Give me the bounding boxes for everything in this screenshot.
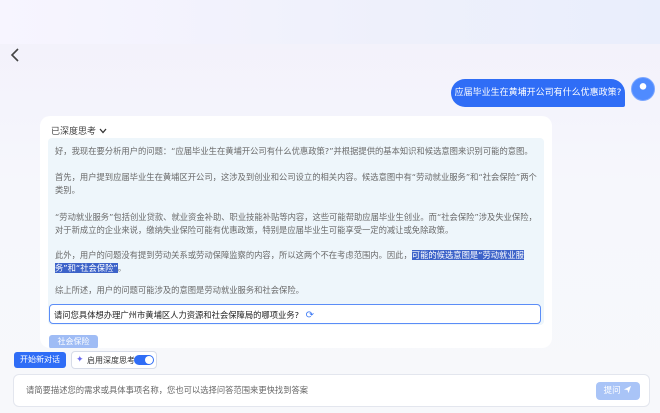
- user-avatar-icon: [631, 77, 655, 101]
- refresh-icon[interactable]: ⟳: [306, 310, 314, 321]
- thinking-content: 好，我现在要分析用户的问题：“应届毕业生在黄埔开公司有什么优惠政策?”并根据提供…: [48, 138, 544, 325]
- thinking-text: 。: [117, 263, 126, 273]
- question-input-bar: 提问: [13, 374, 650, 407]
- send-label: 提问: [603, 386, 621, 396]
- intent-tag-button[interactable]: 社会保险: [49, 335, 98, 348]
- thinking-paragraph: “劳动就业服务”包括创业贷款、就业资金补助、职业技能补贴等内容，这些可能帮助应届…: [55, 212, 537, 235]
- back-button[interactable]: [10, 48, 24, 64]
- thinking-paragraph: 综上所述，用户的问题可能涉及的意图是劳动就业服务和社会保险。: [55, 285, 304, 295]
- answer-card: 已深度思考 好，我现在要分析用户的问题：“应届毕业生在黄埔开公司有什么优惠政策?…: [40, 116, 552, 348]
- thinking-text: 此外，用户的问题没有提到劳动关系或劳动保障监察的内容，所以这两个不在考虑范围内。…: [55, 250, 412, 260]
- top-band: [0, 0, 660, 44]
- suggested-question-text: 请问您具体想办理广州市黄埔区人力资源和社会保障局的哪项业务?: [54, 310, 300, 320]
- deep-think-label: 启用深度思考: [87, 356, 135, 365]
- chevron-down-icon: [99, 128, 107, 133]
- think-toggle-label: 已深度思考: [51, 127, 97, 137]
- user-message-bubble: 应届毕业生在黄埔开公司有什么优惠政策?: [451, 79, 625, 107]
- send-button[interactable]: 提问: [596, 382, 640, 400]
- chevron-left-icon: [10, 48, 19, 62]
- thinking-paragraph: 此外，用户的问题没有提到劳动关系或劳动保障监察的内容，所以这两个不在考虑范围内。…: [55, 249, 537, 275]
- deep-think-toggle[interactable]: 已深度思考: [51, 124, 107, 137]
- deep-think-switch[interactable]: [134, 355, 154, 365]
- send-icon: [624, 385, 632, 394]
- thinking-paragraph: 首先，用户提到应届毕业生在黄埔区开公司，这涉及到创业和公司设立的相关内容。候选意…: [55, 172, 537, 195]
- sparkle-icon: ✦: [76, 355, 84, 365]
- thinking-paragraph: 好，我现在要分析用户的问题：“应届毕业生在黄埔开公司有什么优惠政策?”并根据提供…: [55, 146, 533, 156]
- deep-think-switch-group[interactable]: ✦ 启用深度思考: [71, 351, 157, 369]
- question-input[interactable]: [26, 385, 586, 395]
- new-chat-button[interactable]: 开始新对话: [14, 352, 66, 368]
- suggested-question[interactable]: 请问您具体想办理广州市黄埔区人力资源和社会保障局的哪项业务? ⟳: [49, 304, 541, 324]
